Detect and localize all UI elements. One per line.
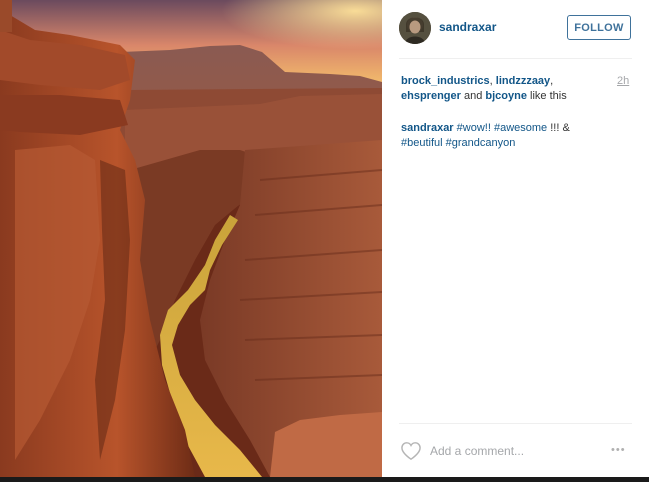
post-author-username[interactable]: sandraxar xyxy=(439,20,496,34)
liker-link[interactable]: lindzzzaay xyxy=(496,75,550,87)
avatar[interactable] xyxy=(399,12,431,44)
liker-link[interactable]: bjcoyne xyxy=(485,90,527,102)
likes-separator: , xyxy=(550,75,554,87)
liker-link[interactable]: ehsprenger xyxy=(401,90,461,102)
ellipsis-icon[interactable]: ••• xyxy=(611,443,626,457)
heart-outline-icon[interactable] xyxy=(400,441,422,461)
bottom-edge-bar xyxy=(0,477,649,482)
heart-icon-glyph xyxy=(401,442,421,461)
grand-canyon-photo xyxy=(0,0,382,477)
avatar-image xyxy=(399,12,431,44)
post-sidebar: sandraxar FOLLOW brock_industrics, lindz… xyxy=(382,0,649,477)
post-timestamp[interactable]: 2h xyxy=(617,75,629,87)
hashtag-link[interactable]: #awesome xyxy=(494,122,547,134)
follow-button[interactable]: FOLLOW xyxy=(567,15,631,40)
post-header: sandraxar FOLLOW xyxy=(382,0,649,58)
hashtag-link[interactable]: #beutiful xyxy=(401,137,443,149)
hashtag-link[interactable]: #wow!! xyxy=(457,122,491,134)
header-divider xyxy=(399,58,632,59)
comment-input[interactable] xyxy=(430,440,605,462)
post-photo[interactable] xyxy=(0,0,382,477)
liker-link[interactable]: brock_industrics xyxy=(401,75,490,87)
post-caption: sandraxar #wow!! #awesome !!! & #beutifu… xyxy=(401,121,631,151)
likes-summary: brock_industrics, lindzzzaay, ehsprenger… xyxy=(401,74,601,104)
likes-joiner: and xyxy=(460,90,486,102)
hashtag-link[interactable]: #grandcanyon xyxy=(446,137,516,149)
caption-username[interactable]: sandraxar xyxy=(401,122,454,134)
caption-text: !!! & xyxy=(547,122,570,134)
actions-divider xyxy=(399,423,632,424)
likes-suffix: like this xyxy=(526,90,567,102)
